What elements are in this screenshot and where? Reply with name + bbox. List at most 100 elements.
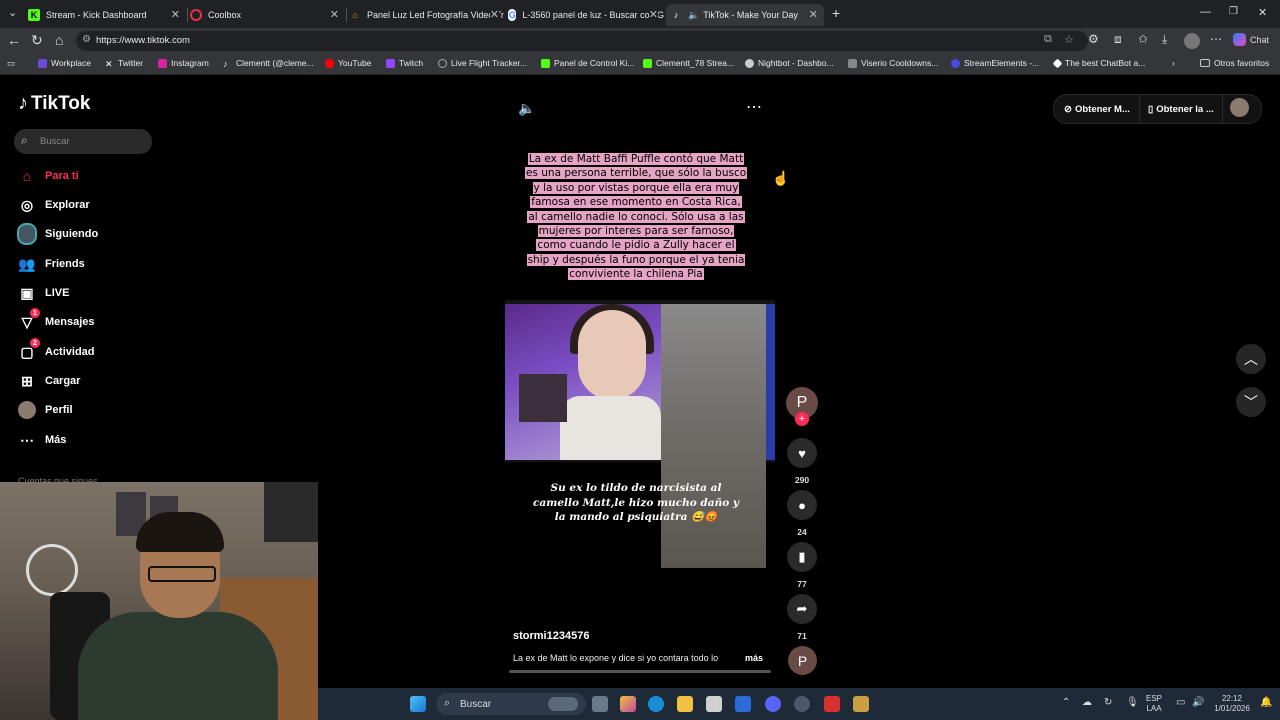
search-input[interactable]: ⌕ Buscar <box>14 129 152 154</box>
sidebar-item-label: LIVE <box>45 287 70 299</box>
bookmark-nightbot[interactable]: Nightbot - Dashbo... <box>745 58 834 68</box>
music-avatar[interactable]: P <box>788 646 817 675</box>
tab-list-icon[interactable]: ⌄ <box>8 6 17 19</box>
site-info-icon[interactable]: ⚙ <box>82 34 91 45</box>
sync-icon[interactable]: ↻ <box>1104 698 1112 708</box>
sidebar-item-perfil[interactable]: Perfil <box>17 400 73 420</box>
previous-video-button[interactable]: ︿ <box>1236 344 1266 374</box>
volume-icon[interactable]: 🔈 <box>518 100 535 117</box>
bookmark-instagram[interactable]: Instagram <box>158 58 209 68</box>
get-app-button[interactable]: ▯ Obtener la ... <box>1139 94 1231 124</box>
tab-google-search[interactable]: G L-3560 panel de luz - Buscar con G ✕ <box>508 4 664 26</box>
edge-icon[interactable] <box>648 696 664 712</box>
file-explorer-icon[interactable] <box>677 696 693 712</box>
tab-kick-dashboard[interactable]: K Stream - Kick Dashboard ✕ <box>28 4 186 26</box>
bookmark-tiktok-clementt[interactable]: ♪ Clementt (@cleme... <box>223 58 314 69</box>
notifications-icon[interactable]: 🔔 <box>1260 698 1272 708</box>
new-tab-button[interactable]: + <box>832 5 840 21</box>
speaker-icon[interactable]: 🔈 <box>688 10 699 21</box>
bookmark-icon: ▮ <box>787 542 817 572</box>
extension-icon[interactable]: ⚙ <box>1088 32 1099 46</box>
tiktok-logo[interactable]: ♪ TikTok <box>18 92 90 115</box>
window-close-button[interactable]: ✕ <box>1258 6 1267 19</box>
profile-avatar[interactable] <box>1184 33 1200 49</box>
close-icon[interactable]: ✕ <box>809 8 818 21</box>
share-button[interactable]: ➦ 71 <box>787 594 817 641</box>
bookmark-twitch[interactable]: Twitch <box>386 58 423 68</box>
bookmark-viserio[interactable]: Viserio Cooldowns... <box>848 58 938 68</box>
follow-plus-icon[interactable]: + <box>795 412 809 426</box>
clock[interactable]: 22:12 1/01/2026 <box>1212 694 1252 714</box>
back-icon[interactable]: ← <box>7 32 21 48</box>
steam-icon[interactable] <box>794 696 810 712</box>
bookmarks-toggle-icon[interactable]: ▭ <box>7 58 15 69</box>
store-icon[interactable] <box>706 696 722 712</box>
menu-icon[interactable]: ⋯ <box>1210 32 1222 46</box>
bookmark-chatbot[interactable]: The best ChatBot a... <box>1052 58 1145 68</box>
minimize-button[interactable]: — <box>1200 6 1211 18</box>
sidebar-item-mensajes[interactable]: ▽ 1 Mensajes <box>17 308 95 332</box>
sidebar-item-siguiendo[interactable]: Siguiendo <box>17 223 98 245</box>
windows-start-icon[interactable] <box>410 696 426 712</box>
microphone-icon[interactable]: 🎙 <box>1126 698 1139 708</box>
cloud-icon[interactable]: ☁ <box>1082 698 1092 708</box>
music-avatar-initial: P <box>797 652 808 669</box>
more-options-icon[interactable]: ⋯ <box>746 97 762 117</box>
close-icon[interactable]: ✕ <box>489 8 499 21</box>
sidebar-item-cargar[interactable]: ⊞ Cargar <box>17 371 80 391</box>
task-view-icon[interactable] <box>592 696 608 712</box>
more-link[interactable]: más <box>745 653 763 663</box>
sidebar-item-friends[interactable]: 👥 Friends <box>17 254 84 274</box>
tab-tiktok[interactable]: ♪ 🔈 TikTok - Make Your Day ✕ <box>666 4 824 26</box>
avatar[interactable] <box>1230 98 1249 117</box>
bookmark-workplace[interactable]: Workplace <box>38 58 91 68</box>
tab-coolbox[interactable]: Coolbox ✕ <box>190 4 345 26</box>
other-bookmarks[interactable]: Otros favoritos <box>1200 58 1269 68</box>
volume-icon[interactable]: 🔊 <box>1192 698 1204 708</box>
install-icon[interactable]: ⧉ <box>1044 33 1052 46</box>
language-indicator[interactable]: ESP LAA <box>1146 694 1162 714</box>
video-progress-bar[interactable] <box>509 670 771 673</box>
video-username[interactable]: stormi1234576 <box>513 630 589 642</box>
get-coins-button[interactable]: ⊘ Obtener M... <box>1053 94 1149 124</box>
sidebar-item-para-ti[interactable]: ⌂ Para ti <box>17 166 79 186</box>
sidebar-item-mas[interactable]: ⋯ Más <box>17 430 66 450</box>
sidebar-item-live[interactable]: ▣ LIVE <box>17 283 69 303</box>
save-button[interactable]: ▮ 77 <box>787 542 817 589</box>
viserio-icon <box>848 58 857 68</box>
discord-icon[interactable] <box>765 696 781 712</box>
mail-icon[interactable] <box>735 696 751 712</box>
sidebar-item-explorar[interactable]: ◎ Explorar <box>17 195 90 215</box>
copilot-chat-button[interactable]: Chat <box>1233 33 1269 46</box>
extensions-icon[interactable]: ⧈ <box>1114 32 1122 47</box>
tab-panel-luz[interactable]: ⌂ Panel Luz Led Fotografía Video Tr ✕ <box>349 4 505 26</box>
close-icon[interactable]: ✕ <box>330 8 339 21</box>
next-video-button[interactable]: ﹀ <box>1236 387 1266 417</box>
sidebar-item-actividad[interactable]: ▢ 2 Actividad <box>17 338 95 362</box>
close-icon[interactable]: ✕ <box>648 8 658 21</box>
taskbar-search[interactable]: ⌕ Buscar <box>436 693 586 715</box>
game-icon[interactable] <box>853 696 869 712</box>
home-icon[interactable]: ⌂ <box>55 32 63 48</box>
bookmark-streamelements[interactable]: StreamElements -... <box>951 58 1039 68</box>
downloads-icon[interactable]: ⤓ <box>1162 32 1167 47</box>
close-icon[interactable]: ✕ <box>171 8 180 21</box>
star-icon[interactable]: ☆ <box>1064 33 1074 46</box>
reload-icon[interactable]: ↻ <box>31 32 43 49</box>
bookmark-youtube[interactable]: YouTube <box>325 58 371 68</box>
network-icon[interactable]: ▭ <box>1176 698 1185 708</box>
chevron-right-icon[interactable]: › <box>1172 58 1175 68</box>
app-icon[interactable] <box>824 696 840 712</box>
copilot-icon[interactable] <box>620 696 636 712</box>
like-button[interactable]: ♥ 290 <box>787 438 817 485</box>
favorites-icon[interactable]: ✩ <box>1138 32 1148 46</box>
address-bar[interactable]: ⚙ https://www.tiktok.com ⧉ ☆ <box>76 31 1088 51</box>
bookmark-twitter[interactable]: ✕ Twitter <box>105 58 143 69</box>
chevron-up-icon[interactable]: ⌃ <box>1062 698 1070 708</box>
bookmark-flight-tracker[interactable]: Live Flight Tracker... <box>438 58 527 68</box>
bookmark-kick-stream[interactable]: Clementt_78 Strea... <box>643 58 734 68</box>
restore-button[interactable]: ❐ <box>1229 6 1238 17</box>
glasses <box>148 566 216 582</box>
bookmark-kick-panel[interactable]: Panel de Control Ki... <box>541 58 634 68</box>
comment-button[interactable]: ● 24 <box>787 490 817 537</box>
